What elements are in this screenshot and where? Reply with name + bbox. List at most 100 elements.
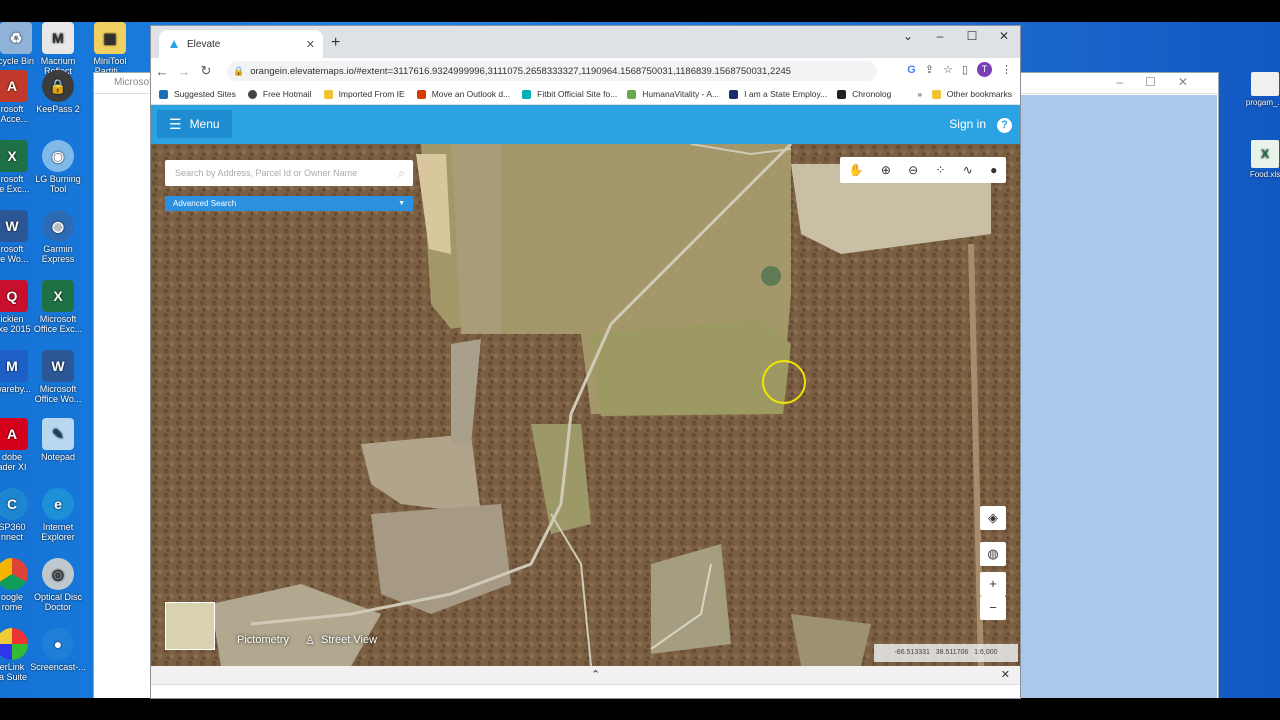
powerlink-icon — [0, 628, 28, 660]
map-toolbar: ✋ ⊕ ⊖ ⁘ ∿ ● — [840, 157, 1006, 183]
layers-button[interactable]: ◈ — [980, 506, 1006, 530]
basemap-thumbnail[interactable] — [165, 602, 215, 650]
aerial-map[interactable]: Search by Address, Parcel Id or Owner Na… — [151, 144, 1020, 666]
tab-search-icon[interactable]: ⌄ — [892, 26, 924, 48]
desktop-icon-progam[interactable]: progam_... — [1242, 72, 1280, 107]
excel-file-icon: X — [1251, 140, 1279, 168]
zoom-in-icon[interactable]: ⊕ — [881, 163, 891, 177]
adobe-reader-icon: A — [0, 418, 28, 450]
street-view-link[interactable]: Street View — [321, 634, 377, 646]
lg-burning-icon: ◉ — [42, 140, 74, 172]
forward-button[interactable]: → — [173, 64, 195, 79]
address-bar[interactable]: 🔒 orangein.elevatemaps.io/#extent=3117616… — [227, 61, 877, 81]
new-tab-button[interactable]: + — [331, 34, 340, 52]
close-window-button[interactable]: ✕ — [988, 26, 1020, 48]
app-header: ☰ Menu Sign in ? — [151, 105, 1020, 145]
sign-in-link[interactable]: Sign in — [949, 117, 986, 131]
chevron-down-icon: ▼ — [398, 200, 405, 207]
close-icon[interactable]: ✕ — [1001, 668, 1010, 681]
desktop-icon-macrium[interactable]: M Macrium Reflect — [28, 22, 88, 76]
internet-explorer-icon: e — [42, 488, 74, 520]
file-icon — [1251, 72, 1279, 96]
bookmark-item[interactable]: Fitbit Official Site fo... — [522, 89, 617, 99]
side-panel-icon[interactable]: ▯ — [962, 63, 968, 76]
share-icon[interactable]: ⇪ — [925, 63, 934, 76]
menu-button[interactable]: ☰ Menu — [157, 110, 232, 138]
window-controls: ⌄ – ☐ ✕ — [892, 26, 1020, 48]
keepass-icon: 🔒 — [42, 70, 74, 102]
select-icon[interactable]: ⁘ — [935, 163, 945, 177]
sp360-icon: C — [0, 488, 28, 520]
optical-disc-icon: ◎ — [42, 558, 74, 590]
reload-button[interactable]: ↻ — [195, 63, 217, 79]
draw-icon[interactable]: ● — [990, 163, 997, 177]
bookmarks-bar: Suggested Sites Free Hotmail Imported Fr… — [151, 84, 1020, 105]
desktop-icon-food-xls[interactable]: X Food.xls — [1242, 140, 1280, 179]
bookmark-item[interactable]: I am a State Employ... — [729, 89, 827, 99]
background-window-controls[interactable]: –☐✕ — [1117, 75, 1211, 89]
quicken-icon: Q — [0, 280, 28, 312]
globe-icon: ◍ — [987, 546, 999, 561]
bookmark-item[interactable]: Suggested Sites — [159, 89, 236, 99]
elevate-favicon-icon — [170, 40, 178, 48]
macrium-icon: M — [42, 22, 74, 54]
excel-icon: X — [42, 280, 74, 312]
globe-icon — [247, 89, 257, 99]
other-bookmarks[interactable]: Other bookmarks — [931, 89, 1012, 99]
search-input[interactable]: Search by Address, Parcel Id or Owner Na… — [165, 160, 413, 186]
back-button[interactable]: ← — [151, 64, 173, 79]
chevron-up-icon[interactable]: ⌃ — [591, 668, 600, 681]
zoom-out-button[interactable]: − — [980, 596, 1006, 620]
desktop-icon-notepad[interactable]: ✎ Notepad — [28, 418, 88, 462]
more-menu-icon[interactable]: ⋮ — [1001, 63, 1012, 76]
notepad-icon: ✎ — [42, 418, 74, 450]
malwarebytes-icon: M — [0, 350, 28, 382]
google-lens-icon[interactable]: G — [907, 64, 916, 76]
zoom-in-button[interactable]: + — [980, 572, 1006, 596]
screencast-icon: ● — [42, 628, 74, 660]
pictometry-link[interactable]: Pictometry — [237, 634, 289, 646]
help-icon[interactable]: ? — [997, 118, 1012, 133]
bookmark-page-icon — [729, 89, 739, 99]
desktop-icon-optical-disc[interactable]: ◎ Optical Disc Doctor — [28, 558, 88, 612]
excel-icon: X — [0, 140, 28, 172]
browser-window: Elevate ✕ + ⌄ – ☐ ✕ ← → ↻ 🔒 orangein.elev… — [151, 26, 1020, 698]
bookmark-star-icon[interactable]: ☆ — [943, 63, 953, 76]
desktop-icon-keepass[interactable]: 🔒 KeePass 2 — [28, 70, 88, 114]
pan-icon[interactable]: ✋ — [849, 163, 864, 177]
maximize-button[interactable]: ☐ — [956, 26, 988, 48]
toolbar-actions: G ⇪ ☆ ▯ T ⋮ — [907, 62, 1012, 77]
desktop-icon-lg-burning[interactable]: ◉ LG Burning Tool — [28, 140, 88, 194]
bookmark-item[interactable]: Imported From IE — [323, 89, 405, 99]
desktop-icon-screencast[interactable]: ● Screencast-... — [28, 628, 88, 672]
desktop-icon-office-excel[interactable]: X Microsoft Office Exc... — [28, 280, 88, 334]
advanced-search-button[interactable]: Advanced Search ▼ — [165, 196, 413, 211]
humana-icon — [627, 89, 637, 99]
search-icon[interactable]: ⌕ — [398, 160, 405, 186]
basemap-button[interactable]: ◍ — [980, 542, 1006, 566]
bookmark-item[interactable]: Move an Outlook d... — [416, 89, 510, 99]
street-view-icon[interactable]: ♙ — [305, 634, 315, 647]
profile-avatar[interactable]: T — [977, 62, 992, 77]
desktop-icon-office-word[interactable]: W Microsoft Office Wo... — [28, 350, 88, 404]
bottom-panel-body — [151, 684, 1020, 698]
tab-elevate[interactable]: Elevate ✕ — [159, 30, 323, 58]
desktop-icon-garmin[interactable]: ◍ Garmin Express — [28, 210, 88, 264]
browser-toolbar: ← → ↻ 🔒 orangein.elevatemaps.io/#extent=3… — [151, 58, 1020, 84]
bookmark-item[interactable]: Free Hotmail — [247, 89, 312, 99]
minimize-button[interactable]: – — [924, 26, 956, 48]
measure-icon[interactable]: ∿ — [963, 163, 973, 177]
desktop-icon-minitool[interactable]: ▦ MiniTool Partiti... — [80, 22, 140, 76]
bookmark-item[interactable]: Chronolog — [837, 89, 891, 99]
bing-icon — [159, 89, 168, 99]
bookmarks-overflow-button[interactable]: » — [917, 89, 922, 99]
chrome-icon — [0, 558, 28, 590]
folder-icon — [931, 89, 941, 99]
bookmark-page-icon — [837, 89, 847, 99]
zoom-out-icon[interactable]: ⊖ — [908, 163, 918, 177]
desktop-icon-ie[interactable]: e Internet Explorer — [28, 488, 88, 542]
coordinate-readout: -86.513331 38.511706 1:6,000 — [874, 644, 1018, 662]
garmin-icon: ◍ — [42, 210, 74, 242]
bookmark-item[interactable]: HumanaVitality - A... — [627, 89, 719, 99]
tab-close-icon[interactable]: ✕ — [306, 38, 315, 51]
